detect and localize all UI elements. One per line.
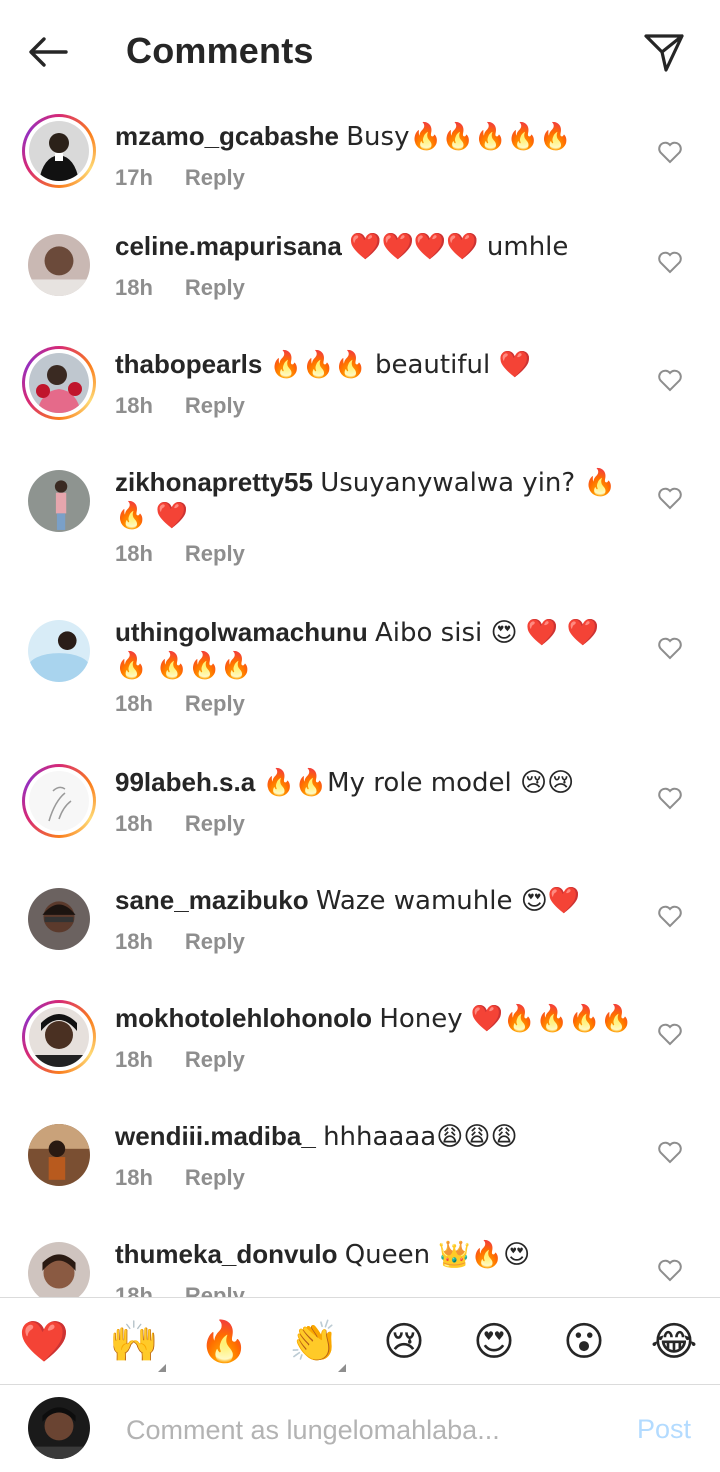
reaction-heart-emoji[interactable]: ❤️ bbox=[18, 1316, 70, 1368]
heart-icon[interactable] bbox=[657, 140, 683, 164]
reaction-raised-hands-emoji[interactable]: 🙌 bbox=[108, 1316, 166, 1372]
reply-button[interactable]: Reply bbox=[185, 541, 245, 566]
comment-text: hhhaaaa😩😩😩 bbox=[323, 1122, 518, 1152]
reaction-surprised-emoji[interactable]: 😮 bbox=[558, 1316, 610, 1368]
comment-input[interactable] bbox=[126, 1410, 596, 1450]
avatar[interactable] bbox=[22, 1000, 96, 1074]
avatar[interactable] bbox=[22, 614, 96, 688]
comment-time: 18h bbox=[115, 393, 153, 418]
comment-username[interactable]: celine.mapurisana bbox=[115, 231, 342, 261]
reaction-fire-emoji[interactable]: 🔥 bbox=[198, 1316, 250, 1368]
avatar[interactable] bbox=[22, 114, 96, 188]
comment-username[interactable]: 99labeh.s.a bbox=[115, 767, 255, 797]
comment-text: Busy🔥🔥🔥🔥🔥 bbox=[346, 122, 572, 152]
reply-button[interactable]: Reply bbox=[185, 1047, 245, 1072]
paper-plane-icon bbox=[644, 34, 684, 72]
comment-composer: Post bbox=[0, 1386, 720, 1472]
reply-button[interactable]: Reply bbox=[185, 1283, 245, 1297]
heart-icon[interactable] bbox=[657, 636, 683, 660]
comment-username[interactable]: sane_mazibuko bbox=[115, 885, 309, 915]
reply-button[interactable]: Reply bbox=[185, 275, 245, 300]
share-button[interactable] bbox=[640, 28, 688, 76]
heart-icon[interactable] bbox=[657, 786, 683, 810]
page-title: Comments bbox=[126, 30, 314, 71]
comment-text: ❤️❤️❤️❤️ umhle bbox=[349, 232, 569, 262]
comment-time: 18h bbox=[115, 275, 153, 300]
heart-icon[interactable] bbox=[657, 904, 683, 928]
comment-time: 18h bbox=[115, 1047, 153, 1072]
back-button[interactable] bbox=[24, 30, 72, 74]
top-bar: Comments bbox=[0, 0, 720, 100]
comment-username[interactable]: mokhotolehlohonolo bbox=[115, 1003, 372, 1033]
comment-text: Waze wamuhle 😍❤️ bbox=[315, 886, 581, 916]
comment-text: 🔥🔥My role model 😢😢 bbox=[262, 768, 575, 798]
comment-time: 18h bbox=[115, 811, 153, 836]
avatar[interactable] bbox=[22, 764, 96, 838]
comments-list[interactable]: mzamo_gcabashe Busy🔥🔥🔥🔥🔥 17h Reply celine… bbox=[0, 100, 720, 1297]
avatar[interactable] bbox=[22, 1118, 96, 1192]
reply-button[interactable]: Reply bbox=[185, 811, 245, 836]
avatar bbox=[28, 1397, 90, 1459]
comment-username[interactable]: thabopearls bbox=[115, 349, 262, 379]
heart-icon[interactable] bbox=[657, 368, 683, 392]
reply-button[interactable]: Reply bbox=[185, 929, 245, 954]
avatar[interactable] bbox=[22, 464, 96, 538]
reply-button[interactable]: Reply bbox=[185, 691, 245, 716]
avatar[interactable] bbox=[22, 228, 96, 302]
heart-icon[interactable] bbox=[657, 486, 683, 510]
reaction-crying-emoji[interactable]: 😢 bbox=[378, 1316, 430, 1368]
comment-text: Queen 👑🔥😍 bbox=[344, 1240, 531, 1270]
reaction-joy-emoji[interactable]: 😂 bbox=[648, 1316, 700, 1368]
comment-time: 18h bbox=[115, 1283, 153, 1297]
arrow-left-icon bbox=[29, 37, 68, 67]
reaction-clapping-emoji[interactable]: 👏 bbox=[288, 1316, 346, 1372]
comment-text: 🔥🔥🔥 beautiful ❤️ bbox=[269, 350, 531, 380]
reply-button[interactable]: Reply bbox=[185, 393, 245, 418]
avatar[interactable] bbox=[22, 1236, 96, 1297]
comment-username[interactable]: zikhonapretty55 bbox=[115, 467, 313, 497]
heart-icon[interactable] bbox=[657, 1140, 683, 1164]
quick-reactions-bar: ❤️ 🙌 🔥 👏 😢 😍 😮 😂 bbox=[0, 1297, 720, 1385]
comment-time: 17h bbox=[115, 165, 153, 190]
comment-time: 18h bbox=[115, 691, 153, 716]
comment-text: Honey ❤️🔥🔥🔥🔥 bbox=[379, 1004, 633, 1034]
comment-username[interactable]: wendiii.madiba_ bbox=[115, 1121, 316, 1151]
reply-button[interactable]: Reply bbox=[185, 165, 245, 190]
comment-time: 18h bbox=[115, 1165, 153, 1190]
heart-icon[interactable] bbox=[657, 1258, 683, 1282]
comment-time: 18h bbox=[115, 541, 153, 566]
comment-username[interactable]: mzamo_gcabashe bbox=[115, 121, 339, 151]
comment-username[interactable]: uthingolwamachunu bbox=[115, 617, 368, 647]
comment-time: 18h bbox=[115, 929, 153, 954]
heart-icon[interactable] bbox=[657, 250, 683, 274]
post-button[interactable]: Post bbox=[637, 1414, 691, 1445]
heart-icon[interactable] bbox=[657, 1022, 683, 1046]
reply-button[interactable]: Reply bbox=[185, 1165, 245, 1190]
avatar[interactable] bbox=[22, 346, 96, 420]
avatar[interactable] bbox=[22, 882, 96, 956]
comment-username[interactable]: thumeka_donvulo bbox=[115, 1239, 337, 1269]
reaction-heart-eyes-emoji[interactable]: 😍 bbox=[468, 1316, 520, 1368]
